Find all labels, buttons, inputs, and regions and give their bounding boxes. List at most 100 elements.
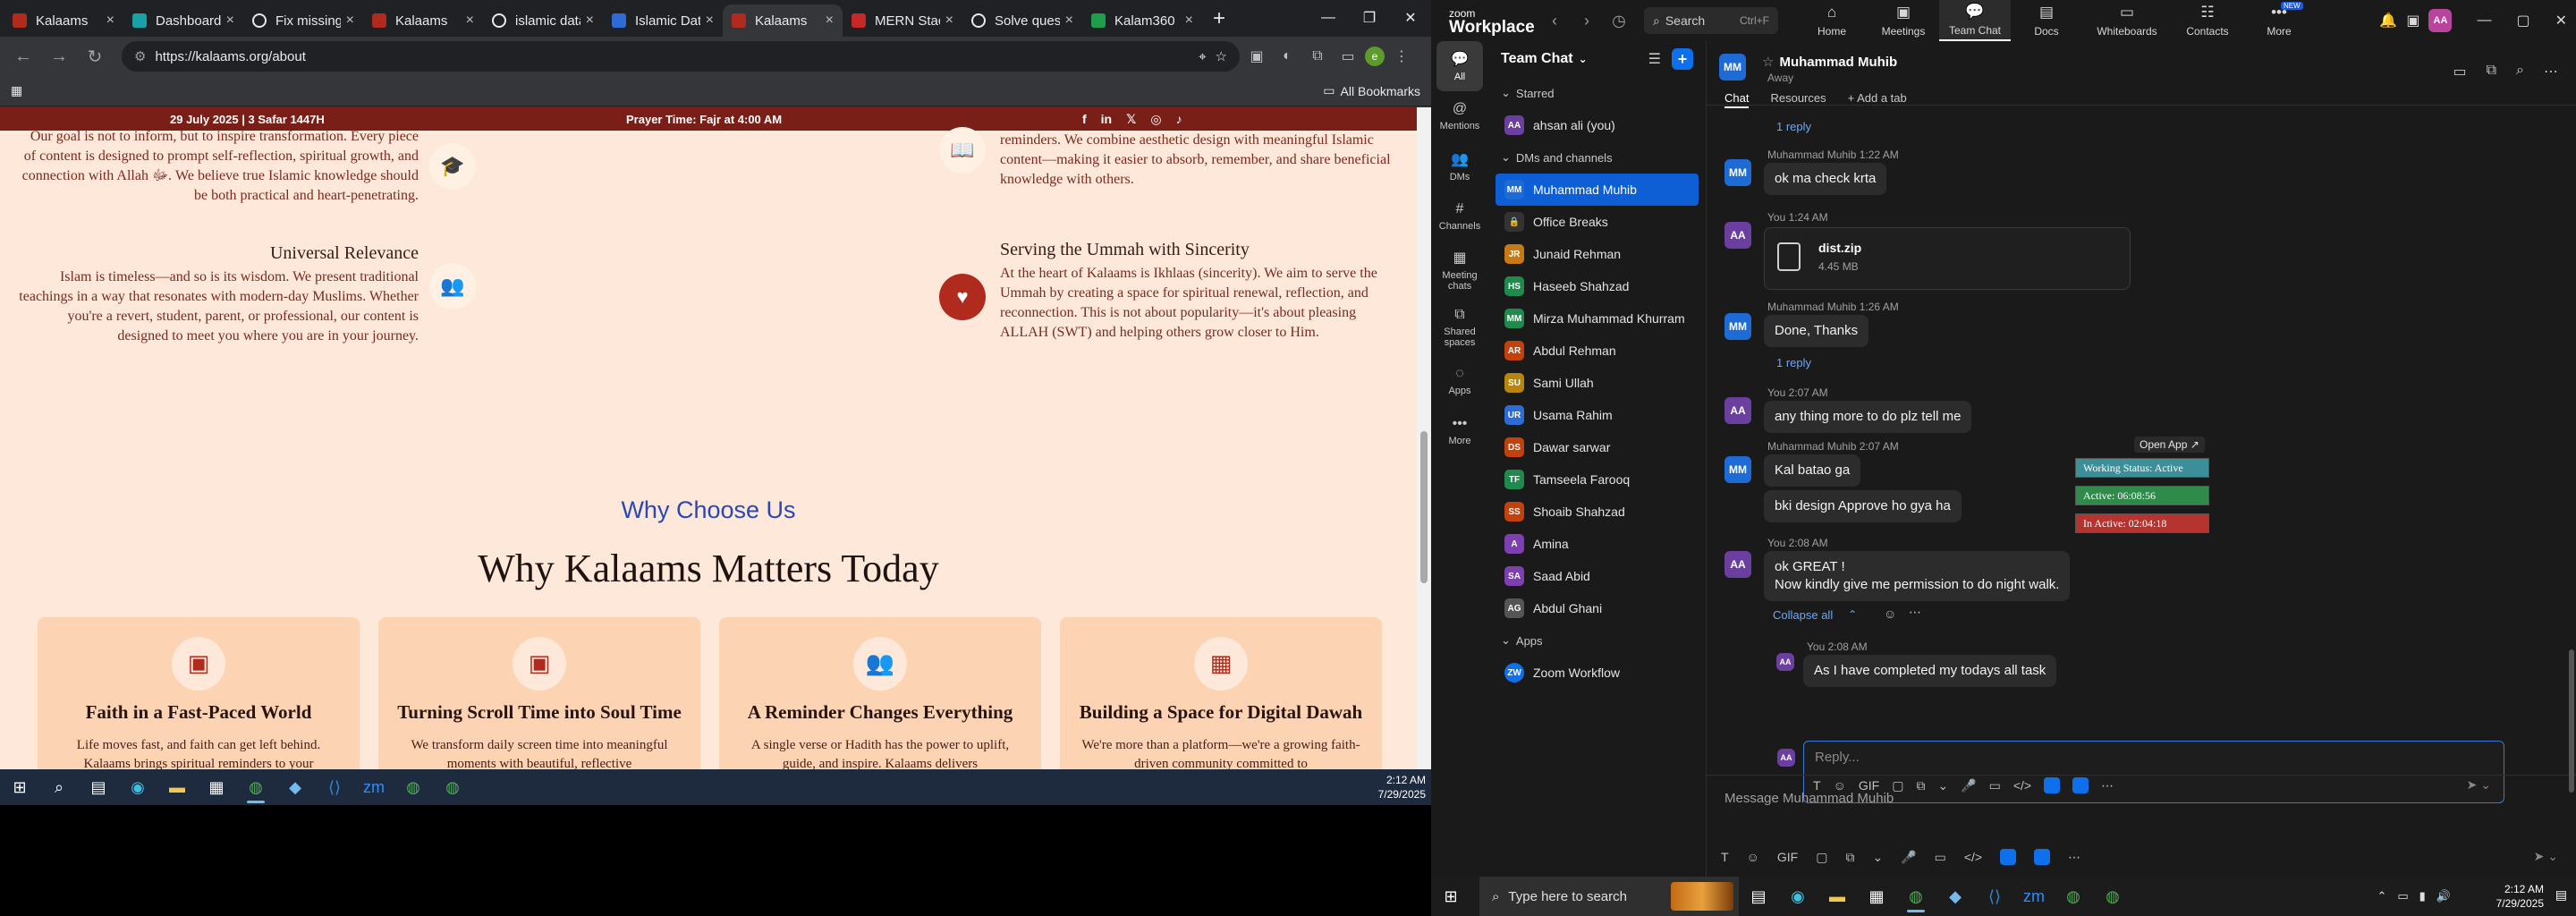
zoom-icon[interactable]: zm [354, 769, 394, 805]
bookmark-star-icon[interactable]: ☆ [1216, 48, 1227, 64]
edge-browser-icon[interactable]: ◉ [118, 769, 157, 805]
rail-shared-spaces[interactable]: ⧉ Shared spaces [1431, 299, 1488, 356]
search-icon[interactable]: ⌕ [2516, 63, 2524, 81]
browser-tab[interactable]: Solve quest × [962, 4, 1082, 37]
chat-item[interactable]: TF Tamseela Farooq [1488, 463, 1706, 496]
back-arrow-icon[interactable]: ‹ [1538, 12, 1571, 30]
back-arrow-icon[interactable]: ← [7, 40, 39, 72]
notification-bell-icon[interactable]: 🔔 [2379, 12, 2397, 30]
linkedin-icon[interactable]: in [1101, 112, 1112, 127]
chrome-icon[interactable]: ◍ [2093, 878, 2132, 914]
chrome-icon[interactable]: ◍ [236, 769, 275, 805]
maximize-icon[interactable]: ❐ [1349, 0, 1390, 36]
browser-tab[interactable]: islamic data × [483, 4, 603, 37]
edge-browser-icon[interactable]: ◉ [1778, 878, 1818, 914]
screenshot-icon[interactable]: ⧉ [1845, 850, 1854, 865]
vpn-icon[interactable]: ◆ [275, 769, 315, 805]
more-dots-icon[interactable]: ⋯ [2544, 63, 2558, 81]
browser-tab[interactable]: Kalaams × [4, 4, 123, 37]
huddle-icon[interactable]: ⧉ [2487, 63, 2496, 81]
browser-tab-active[interactable]: Kalaams × [723, 4, 843, 37]
address-bar[interactable]: ⚙ https://kalaams.org/about ⌖ ☆ [122, 41, 1240, 72]
forward-arrow-icon[interactable]: › [1571, 12, 1603, 30]
microphone-icon[interactable]: 🎤 [1901, 850, 1916, 865]
vpn-icon[interactable]: ◆ [1936, 878, 1975, 914]
profile-avatar-icon[interactable]: e [1365, 47, 1385, 66]
browser-tab[interactable]: Fix missing × [243, 4, 363, 37]
chat-item[interactable]: SS Shoaib Shahzad [1488, 496, 1706, 528]
rail-channels[interactable]: # Channels [1431, 191, 1488, 242]
taskbar-search[interactable]: ⌕ Type here to search [1479, 877, 1739, 916]
chevron-down-icon[interactable]: ⌄ [1579, 53, 1588, 65]
nav-home[interactable]: ⌂ Home [1796, 0, 1868, 41]
instagram-icon[interactable]: ◎ [1150, 112, 1161, 127]
scrollbar-thumb[interactable] [2569, 649, 2574, 793]
history-icon[interactable]: ◷ [1603, 12, 1635, 30]
nav-contacts[interactable]: ☷ Contacts [2172, 0, 2243, 41]
volume-icon[interactable]: 🔊 [2436, 889, 2451, 903]
tiktok-icon[interactable]: ♪ [1176, 112, 1182, 127]
chat-item-selected[interactable]: MM Muhammad Muhib [1496, 174, 1699, 206]
thread-reply-link[interactable]: 1 reply [1776, 356, 1811, 369]
browser-tab[interactable]: Kalam360 × [1082, 4, 1202, 37]
browser-tab[interactable]: Islamic Data × [603, 4, 723, 37]
page-scrollbar[interactable] [1417, 107, 1431, 769]
tab-close-icon[interactable]: × [586, 13, 594, 29]
open-app-button[interactable]: Open App ↗ [2134, 437, 2205, 453]
file-explorer-icon[interactable]: ▬ [1818, 878, 1857, 914]
file-attachment[interactable]: dist.zip 4.45 MB [1764, 227, 2131, 290]
chrome-icon[interactable]: ◍ [394, 769, 433, 805]
chat-item[interactable]: A Amina [1488, 528, 1706, 560]
facebook-icon[interactable]: f [1082, 112, 1087, 127]
gif-icon[interactable]: GIF [1777, 850, 1798, 864]
tray-chevron-icon[interactable]: ⌃ [2377, 889, 2386, 903]
minimize-icon[interactable]: — [1308, 0, 1349, 36]
team-chat-title[interactable]: Team Chat [1501, 51, 1573, 67]
taskbar-clock[interactable]: 2:12 AM 7/29/2025 [2496, 877, 2544, 916]
nav-more[interactable]: NEW ••• More [2243, 0, 2315, 41]
windows-start-icon[interactable]: ⊞ [0, 769, 39, 805]
tab-close-icon[interactable]: × [1185, 13, 1193, 29]
sidepanel-icon[interactable]: ▭ [1335, 43, 1361, 70]
tab-close-icon[interactable]: × [346, 13, 354, 29]
nav-team-chat[interactable]: 💬 Team Chat [1939, 0, 2011, 41]
battery-icon[interactable]: ▮ [2419, 889, 2426, 903]
section-dms-channels[interactable]: ⌄ DMs and channels [1488, 141, 1706, 174]
rail-meeting-chats[interactable]: ▦ Meeting chats [1431, 242, 1488, 299]
chat-item[interactable]: MM Mirza Muhammad Khurram [1488, 302, 1706, 335]
reload-icon[interactable]: ↻ [79, 40, 111, 72]
app-icon[interactable] [2034, 849, 2051, 865]
extensions-puzzle-icon[interactable]: ⧉ [1304, 43, 1331, 70]
chat-item[interactable]: UR Usama Rahim [1488, 399, 1706, 431]
windows-start-icon[interactable]: ⊞ [1431, 878, 1470, 914]
chat-item[interactable]: SA Saad Abid [1488, 560, 1706, 592]
chat-item[interactable]: HS Haseeb Shahzad [1488, 270, 1706, 302]
chrome-icon[interactable]: ◍ [2054, 878, 2093, 914]
chat-item-app[interactable]: ZW Zoom Workflow [1488, 657, 1706, 689]
section-starred[interactable]: ⌄ Starred [1488, 77, 1706, 109]
zoom-icon[interactable]: zm [2014, 878, 2054, 914]
browser-tab[interactable]: Dashboard × [123, 4, 243, 37]
tab-close-icon[interactable]: × [106, 13, 114, 29]
menu-kebab-icon[interactable]: ⋮ [1388, 43, 1415, 70]
rail-more[interactable]: ••• More [1431, 406, 1488, 456]
chat-item[interactable]: SU Sami Ullah [1488, 367, 1706, 399]
code-icon[interactable]: </> [1964, 850, 1982, 864]
notification-icon[interactable]: ▤ [2555, 887, 2567, 903]
more-dots-icon[interactable]: ⋯ [1909, 605, 1921, 620]
chrome-icon[interactable]: ◍ [1896, 878, 1936, 914]
chevron-up-icon[interactable]: ⌃ [1848, 608, 1857, 621]
filter-icon[interactable]: ☰ [1648, 50, 1661, 68]
task-view-icon[interactable]: ▤ [79, 769, 118, 805]
send-icon[interactable]: ➤ ⌄ [2534, 849, 2558, 864]
minimize-icon[interactable]: — [2477, 13, 2491, 29]
rail-mentions[interactable]: @ Mentions [1431, 91, 1488, 141]
app-icon[interactable] [2000, 849, 2017, 865]
message-input[interactable] [1707, 776, 2576, 820]
section-apps[interactable]: ⌄ Apps [1488, 624, 1706, 657]
task-view-icon[interactable]: ▤ [1739, 878, 1778, 914]
rail-apps[interactable]: ◌ Apps [1431, 356, 1488, 406]
chat-item-self[interactable]: AA ahsan ali (you) [1488, 109, 1706, 141]
store-icon[interactable]: ▦ [197, 769, 236, 805]
star-icon[interactable]: ☆ [1762, 55, 1774, 70]
